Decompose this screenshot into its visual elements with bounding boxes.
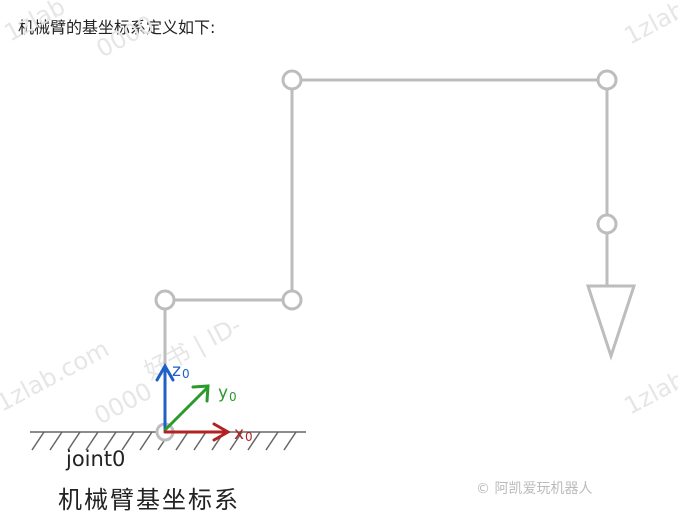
joint-circle: [596, 213, 618, 235]
end-effector: [585, 284, 637, 361]
watermark-text: 好书 | ID-: [140, 311, 246, 385]
x-axis-subscript: 0: [245, 430, 253, 444]
joint-circle: [281, 289, 303, 311]
joint-circle: [154, 289, 176, 311]
watermark-text: 0000: [92, 10, 159, 63]
arm-links: [163, 78, 609, 432]
y-axis-subscript: 0: [229, 390, 237, 404]
arm-diagram: 1zlab.com 1zlab 1zlab 1zlab 0000 0000 好书…: [0, 0, 678, 514]
joint-circle: [596, 69, 618, 91]
credit-text: © 阿凯爱玩机器人: [476, 481, 592, 497]
z-axis-subscript: 0: [182, 367, 190, 381]
joint-circle: [281, 69, 303, 91]
joint-label: joint0: [65, 447, 125, 471]
watermark-text: 0000: [90, 377, 157, 430]
watermark-text: 1zlab: [0, 0, 70, 47]
y-axis-arrow: [163, 386, 209, 432]
z-axis-label: z: [172, 361, 181, 381]
y-axis-label: y: [218, 383, 228, 403]
diagram-caption: 机械臂基坐标系: [58, 486, 240, 514]
x-axis-label: x: [234, 424, 244, 444]
watermark-text: 1zlab: [620, 0, 678, 50]
watermark-text: 1zlab: [620, 365, 678, 420]
watermark-layer: 1zlab.com 1zlab 1zlab 1zlab 0000 0000 好书…: [0, 0, 678, 430]
